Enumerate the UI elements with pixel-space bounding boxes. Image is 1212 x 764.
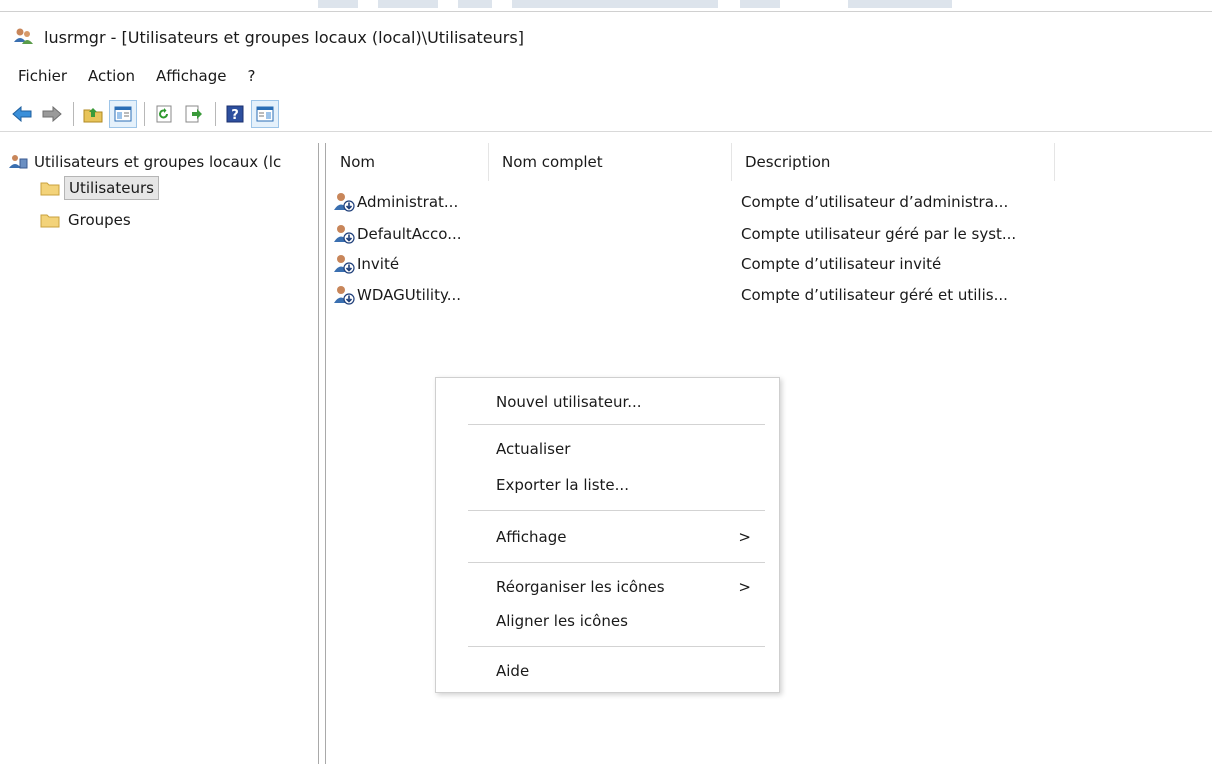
column-header-nom-complet[interactable]: Nom complet: [489, 143, 732, 181]
help-button[interactable]: ?: [221, 100, 249, 128]
menu-bar: Fichier Action Affichage ?: [0, 62, 1212, 90]
tree-node-utilisateurs[interactable]: Utilisateurs: [40, 175, 159, 201]
menu-affichage[interactable]: Affichage: [146, 67, 237, 85]
menu-separator: [468, 510, 765, 511]
forward-button[interactable]: [38, 100, 66, 128]
menu-item-label: Exporter la liste...: [496, 476, 629, 494]
disabled-user-icon: [334, 286, 355, 305]
tree-node-groupes[interactable]: Groupes: [40, 207, 135, 233]
user-name: WDAGUtility...: [357, 286, 462, 304]
window-title: lusrmgr - [Utilisateurs et groupes locau…: [44, 27, 524, 47]
context-menu-affichage[interactable]: Affichage >: [436, 520, 779, 554]
tree-root-label: Utilisateurs et groupes locaux (lc: [34, 153, 282, 171]
disabled-user-icon: [334, 225, 355, 244]
table-row[interactable]: Administrat... Compte d’utilisateur d’ad…: [327, 189, 1008, 215]
folder-icon: [40, 214, 60, 228]
menu-item-label: Aide: [496, 662, 530, 680]
users-groups-icon: [9, 155, 28, 169]
toolbar-separator: [215, 101, 216, 126]
refresh-icon: [156, 105, 172, 122]
column-header-description[interactable]: Description: [732, 143, 1055, 181]
show-hide-console-tree-button[interactable]: [109, 99, 137, 128]
tree-node-root[interactable]: Utilisateurs et groupes locaux (lc: [8, 149, 285, 175]
back-arrow-icon: [12, 105, 32, 122]
submenu-arrow-icon: >: [738, 578, 751, 596]
context-menu-exporter-la-liste[interactable]: Exporter la liste...: [436, 468, 779, 502]
back-button[interactable]: [8, 100, 36, 128]
disabled-user-icon: [334, 193, 355, 212]
title-bar: lusrmgr - [Utilisateurs et groupes locau…: [0, 12, 1212, 62]
table-row[interactable]: Invité Compte d’utilisateur invité: [327, 251, 941, 277]
up-folder-icon: [83, 107, 103, 122]
show-hide-action-pane-button[interactable]: [251, 99, 279, 128]
context-menu: Nouvel utilisateur... Actualiser Exporte…: [435, 377, 780, 693]
export-list-icon: [185, 105, 202, 122]
refresh-button[interactable]: [150, 100, 178, 128]
context-menu-reorganiser-les-icones[interactable]: Réorganiser les icônes >: [436, 570, 779, 604]
forward-arrow-icon: [42, 105, 62, 122]
menu-fichier[interactable]: Fichier: [0, 67, 78, 85]
menu-action[interactable]: Action: [78, 67, 146, 85]
up-one-level-button[interactable]: [79, 100, 107, 128]
context-menu-aide[interactable]: Aide: [436, 654, 779, 688]
show-hide-tree-icon: [114, 106, 132, 121]
toolbar-separator: [144, 101, 145, 126]
menu-item-label: Affichage: [496, 528, 567, 546]
background-window-strip: [0, 0, 1212, 12]
menu-separator: [468, 562, 765, 563]
table-row[interactable]: DefaultAcco... Compte utilisateur géré p…: [327, 221, 1016, 247]
toolbar-separator: [73, 101, 74, 126]
menu-help[interactable]: ?: [237, 67, 266, 85]
user-name: Invité: [357, 255, 400, 273]
table-row[interactable]: WDAGUtility... Compte d’utilisateur géré…: [327, 282, 1008, 308]
folder-icon: [40, 182, 60, 196]
disabled-user-icon: [334, 255, 355, 274]
submenu-arrow-icon: >: [738, 528, 751, 546]
menu-item-label: Réorganiser les icônes: [496, 578, 665, 596]
mmc-window: lusrmgr - [Utilisateurs et groupes locau…: [0, 0, 1212, 764]
menu-separator: [468, 424, 765, 425]
pane-splitter[interactable]: [318, 143, 326, 764]
tree-item-label: Groupes: [68, 211, 131, 229]
export-list-button[interactable]: [180, 100, 208, 128]
user-name: DefaultAcco...: [357, 225, 462, 243]
menu-item-label: Nouvel utilisateur...: [496, 393, 642, 411]
console-tree: Utilisateurs et groupes locaux (lc Utili…: [0, 143, 318, 764]
user-description: Compte d’utilisateur d’administra...: [741, 193, 1009, 211]
user-description: Compte utilisateur géré par le syst...: [741, 225, 1017, 243]
users-groups-app-icon: [14, 28, 33, 44]
action-pane-icon: [256, 106, 274, 121]
context-menu-actualiser[interactable]: Actualiser: [436, 432, 779, 466]
list-header: Nom Nom complet Description: [327, 143, 1055, 181]
column-header-nom[interactable]: Nom: [327, 143, 489, 181]
help-icon: ?: [226, 105, 244, 123]
user-description: Compte d’utilisateur géré et utilis...: [741, 286, 1008, 304]
context-menu-aligner-les-icones[interactable]: Aligner les icônes: [436, 604, 779, 638]
context-menu-nouvel-utilisateur[interactable]: Nouvel utilisateur...: [436, 385, 779, 419]
user-description: Compte d’utilisateur invité: [741, 255, 942, 273]
tree-item-label: Utilisateurs: [64, 176, 159, 200]
menu-item-label: Aligner les icônes: [496, 612, 628, 630]
menu-separator: [468, 646, 765, 647]
menu-item-label: Actualiser: [496, 440, 571, 458]
toolbar: ?: [0, 96, 1212, 132]
svg-text:?: ?: [231, 108, 239, 123]
user-name: Administrat...: [357, 193, 459, 211]
